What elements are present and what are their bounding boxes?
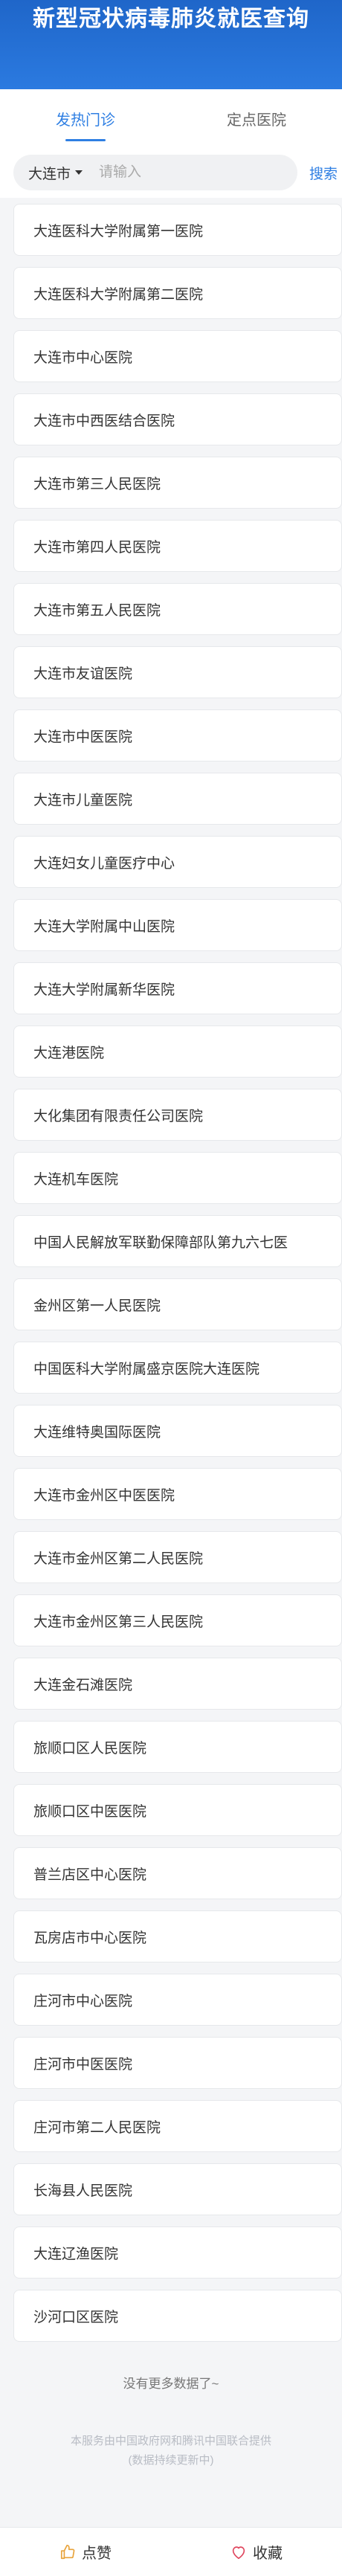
search-row: 大连市 搜索 xyxy=(0,147,342,198)
hospital-list-item[interactable]: 庄河市第二人民医院 xyxy=(13,2100,342,2152)
hospital-list-item[interactable]: 旅顺口区人民医院 xyxy=(13,1721,342,1773)
hospital-list-item[interactable]: 大连市第四人民医院 xyxy=(13,520,342,572)
hospital-list-item[interactable]: 大连市中医医院 xyxy=(13,709,342,761)
bottom-action-bar: 点赞 收藏 xyxy=(0,2527,342,2576)
hospital-list-item[interactable]: 大连机车医院 xyxy=(13,1152,342,1204)
page-header: 新型冠状病毒肺炎就医查询 xyxy=(0,0,342,89)
hospital-list-item[interactable]: 瓦房店市中心医院 xyxy=(13,1910,342,1962)
hospital-list-item[interactable]: 旅顺口区中医医院 xyxy=(13,1784,342,1836)
hospital-list-item[interactable]: 大连市金州区第三人民医院 xyxy=(13,1594,342,1646)
tab-designated-hospital[interactable]: 定点医院 xyxy=(171,89,342,147)
hospital-list-item[interactable]: 大连市中西医结合医院 xyxy=(13,393,342,445)
hospital-list-item[interactable]: 大连大学附属新华医院 xyxy=(13,962,342,1014)
hospital-list-item[interactable]: 大连市第五人民医院 xyxy=(13,583,342,635)
hospital-list-item[interactable]: 大连市儿童医院 xyxy=(13,773,342,825)
tab-bar: 发热门诊 定点医院 xyxy=(0,89,342,147)
hospital-list-item[interactable]: 长海县人民医院 xyxy=(13,2163,342,2215)
data-source-update-note: (数据持续更新中) xyxy=(128,2454,214,2467)
city-select-label: 大连市 xyxy=(28,166,71,182)
hospital-list-item[interactable]: 金州区第一人民医院 xyxy=(13,1278,342,1330)
no-more-text: 没有更多数据了~ xyxy=(123,2377,219,2391)
city-select[interactable]: 大连市 xyxy=(28,163,83,183)
hospital-list-item[interactable]: 大连维特奥国际医院 xyxy=(13,1405,342,1457)
hospital-list: 大连医科大学附属第一医院 大连医科大学附属第二医院 大连市中心医院 大连市中西医结合医… xyxy=(0,198,342,2342)
hospital-list-item[interactable]: 大连医科大学附属第一医院 xyxy=(13,204,342,256)
hospital-list-item[interactable]: 大化集团有限责任公司医院 xyxy=(13,1089,342,1141)
hospital-list-item[interactable]: 大连辽渔医院 xyxy=(13,2226,342,2279)
caret-down-icon xyxy=(75,170,83,175)
hospital-list-item[interactable]: 大连市中心医院 xyxy=(13,330,342,382)
hospital-list-item[interactable]: 沙河口区医院 xyxy=(13,2290,342,2342)
hospital-list-item[interactable]: 大连市第三人民医院 xyxy=(13,457,342,509)
data-source-note: 本服务由中国政府网和腾讯中国联合提供 (数据持续更新中) xyxy=(0,2432,342,2470)
hospital-list-item[interactable]: 普兰店区中心医院 xyxy=(13,1847,342,1899)
hospital-list-item[interactable]: 大连大学附属中山医院 xyxy=(13,899,342,951)
search-input[interactable] xyxy=(99,164,263,181)
hospital-list-item[interactable]: 大连市友谊医院 xyxy=(13,646,342,698)
like-button[interactable]: 点赞 xyxy=(0,2541,171,2563)
hospital-list-item[interactable]: 大连金石滩医院 xyxy=(13,1658,342,1710)
thumbs-up-icon xyxy=(60,2544,75,2559)
heart-icon xyxy=(232,2546,245,2559)
hospital-list-item[interactable]: 大连市金州区中医医院 xyxy=(13,1468,342,1520)
favorite-button[interactable]: 收藏 xyxy=(171,2541,342,2563)
hospital-list-item[interactable]: 中国人民解放军联勤保障部队第九六七医 xyxy=(13,1215,342,1267)
like-label: 点赞 xyxy=(82,2546,112,2562)
hospital-list-item[interactable]: 大连妇女儿童医疗中心 xyxy=(13,836,342,888)
hospital-list-item[interactable]: 大连港医院 xyxy=(13,1025,342,1078)
tab-fever-clinic[interactable]: 发热门诊 xyxy=(0,89,171,147)
hospital-list-item[interactable]: 庄河市中心医院 xyxy=(13,1974,342,2026)
hospital-list-item[interactable]: 中国医科大学附属盛京医院大连医院 xyxy=(13,1342,342,1394)
hospital-list-item[interactable]: 庄河市中医医院 xyxy=(13,2037,342,2089)
data-source-line: 本服务由中国政府网和腾讯中国联合提供 xyxy=(70,2435,271,2447)
page-title: 新型冠状病毒肺炎就医查询 xyxy=(33,7,309,31)
favorite-label: 收藏 xyxy=(253,2546,283,2562)
search-box: 大连市 xyxy=(13,155,297,190)
search-button[interactable]: 搜索 xyxy=(309,163,342,183)
hospital-list-item[interactable]: 大连市金州区第二人民医院 xyxy=(13,1531,342,1583)
hospital-list-item[interactable]: 大连医科大学附属第二医院 xyxy=(13,267,342,319)
